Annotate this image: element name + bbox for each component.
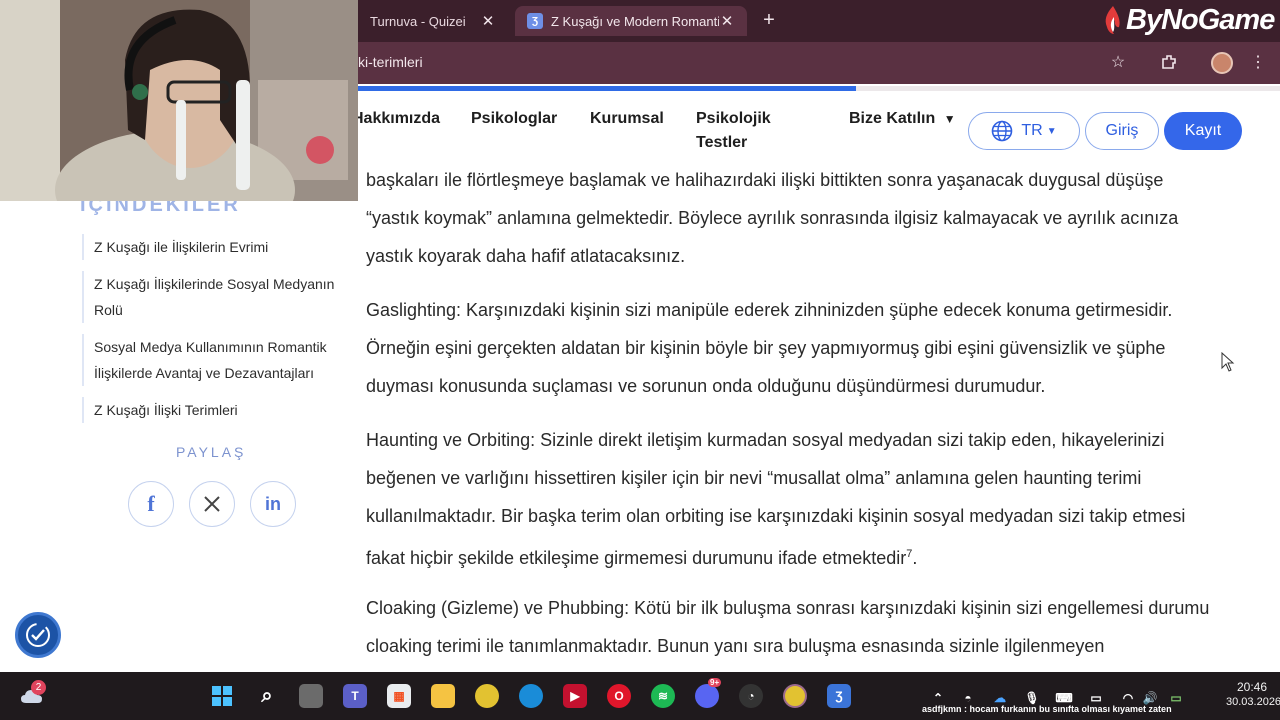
globe-icon <box>992 120 1013 142</box>
tab-title: Turnuva - Quizei <box>370 13 466 29</box>
toc-item[interactable]: Sosyal Medya Kullanımının Romantik İlişk… <box>82 334 352 386</box>
caret-down-icon: ▼ <box>1046 125 1057 137</box>
nav-about[interactable]: Hakkımızda <box>352 107 440 131</box>
tab-quizei[interactable]: Turnuva - Quizei ✕ <box>358 6 508 36</box>
app-icon[interactable]: Ʒ <box>827 684 851 708</box>
article-paragraph: başkaları ile flörtleşmeye başlamak ve h… <box>366 170 1179 266</box>
chrome-profile-icon[interactable] <box>783 684 807 708</box>
login-button[interactable]: Giriş <box>1085 112 1159 150</box>
notification-badge: 2 <box>31 680 46 695</box>
teams-icon[interactable]: T <box>343 684 367 708</box>
linkedin-icon: in <box>265 493 281 514</box>
mouse-cursor-icon <box>1221 352 1235 372</box>
share-title: PAYLAŞ <box>176 444 247 460</box>
nav-join-label: Bize Katılın <box>849 110 936 127</box>
x-share-button[interactable] <box>189 481 235 527</box>
article-paragraph: Haunting ve Orbiting: Sizinle direkt ile… <box>366 421 1216 577</box>
webcam-feed-image <box>0 0 358 201</box>
clock-date: 30.03.2026 <box>1226 696 1280 708</box>
paragraph-end: . <box>912 548 918 568</box>
tab-title: Z Kuşağı ve Modern Romantik İl <box>551 13 719 29</box>
close-icon[interactable]: ✕ <box>480 12 496 30</box>
screen: Turnuva - Quizei ✕ Ʒ Z Kuşağı ve Modern … <box>0 0 1280 720</box>
nav-psych-tests[interactable]: Psikolojik Testler <box>696 107 792 155</box>
file-explorer-icon[interactable] <box>431 684 455 708</box>
extensions-icon[interactable] <box>1159 53 1179 73</box>
close-icon[interactable]: ✕ <box>719 12 735 30</box>
facebook-icon: f <box>147 491 155 516</box>
tab-article[interactable]: Ʒ Z Kuşağı ve Modern Romantik İl ✕ <box>515 6 747 36</box>
toc-item[interactable]: Z Kuşağı ile İlişkilerin Evrimi <box>82 234 352 260</box>
language-label: TR <box>1021 122 1043 139</box>
chrome-icon[interactable] <box>475 684 499 708</box>
accessibility-button[interactable] <box>15 612 61 658</box>
register-button[interactable]: Kayıt <box>1164 112 1242 150</box>
nav-join[interactable]: Bize Katılın ▼ <box>849 107 956 131</box>
url-field[interactable]: ki-terimleri <box>358 54 423 70</box>
opera-icon[interactable]: O <box>607 684 631 708</box>
facebook-share-button[interactable]: f <box>128 481 174 527</box>
article-paragraph: Cloaking (Gizleme) ve Phubbing: Kötü bir… <box>366 598 1210 656</box>
edge-icon[interactable] <box>519 684 543 708</box>
new-tab-button[interactable]: + <box>758 8 780 32</box>
site-favicon-icon: Ʒ <box>527 13 543 29</box>
article-paragraph: Gaslighting: Karşınızdaki kişinin sizi m… <box>366 300 1173 396</box>
media-player-icon[interactable]: ▶ <box>563 684 587 708</box>
system-clock[interactable]: 20:46 30.03.2026 <box>1226 680 1280 710</box>
toc-item[interactable]: Z Kuşağı İlişki Terimleri <box>82 397 352 423</box>
discord-icon[interactable]: 9+ <box>695 678 722 708</box>
spotify-icon[interactable]: ≋ <box>651 684 675 708</box>
clock-time: 20:46 <box>1236 680 1268 694</box>
paragraph-text: Haunting ve Orbiting: Sizinle direkt ile… <box>366 430 1186 568</box>
brand-text: ByNoGame <box>1126 3 1275 36</box>
menu-icon[interactable]: ⋮ <box>1248 53 1268 73</box>
nav-psychologists[interactable]: Psikologlar <box>471 107 557 131</box>
store-icon[interactable]: ▦ <box>387 684 411 708</box>
task-view-icon[interactable] <box>299 684 323 708</box>
obs-icon[interactable]: ◔ <box>739 684 763 708</box>
search-icon[interactable]: ⌕ <box>255 684 279 708</box>
x-icon <box>204 496 220 512</box>
nav-corporate[interactable]: Kurumsal <box>590 107 664 131</box>
start-windows-icon[interactable] <box>210 684 234 708</box>
language-selector[interactable]: TR ▼ <box>968 112 1080 150</box>
caret-down-icon: ▼ <box>943 112 956 126</box>
linkedin-share-button[interactable]: in <box>250 481 296 527</box>
discord-badge: 9+ <box>708 678 722 687</box>
accessibility-icon <box>26 623 50 647</box>
toc-item[interactable]: Z Kuşağı İlişkilerinde Sosyal Medyanın R… <box>82 271 352 323</box>
bynogame-logo: ByNoGame <box>1102 2 1275 38</box>
webcam-overlay <box>0 0 358 201</box>
flame-icon <box>1105 6 1120 34</box>
chat-ticker: asdfjkmn : hocam furkanın bu sınıfta olm… <box>922 704 1172 714</box>
profile-avatar[interactable] <box>1211 52 1233 74</box>
bookmark-star-icon[interactable]: ☆ <box>1108 53 1128 73</box>
